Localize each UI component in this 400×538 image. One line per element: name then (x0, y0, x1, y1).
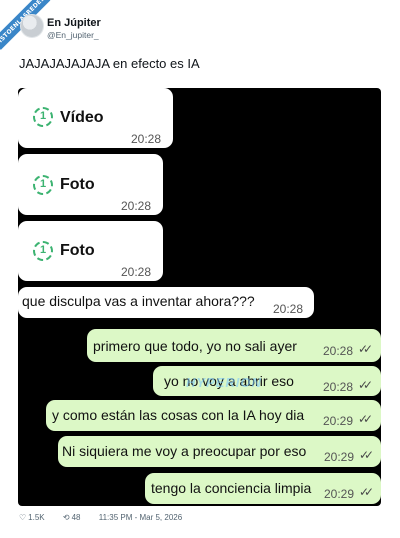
file-icon: 1 (33, 175, 53, 195)
tweet-text: JAJAJAJAJAJA en efecto es IA (19, 56, 200, 71)
double-check-icon: ✓✓ (358, 342, 373, 356)
message-time: 20:29 (324, 450, 355, 464)
tweet-footer: ♡ 1.5K ⟲ 48 11:35 PM - Mar 5, 2026 (19, 513, 190, 522)
outgoing-message-bubble[interactable]: primero que todo, yo no sali ayer 20:28 … (87, 329, 381, 362)
retweet-icon: ⟲ (62, 513, 70, 522)
tweet-header: VISTOENLASREDES.com En Júpiter @En_jupit… (0, 0, 400, 50)
file-label: Foto (60, 176, 95, 193)
incoming-message-bubble[interactable]: que disculpa vas a inventar ahora??? 20:… (18, 287, 314, 318)
message-time: 20:29 (323, 414, 354, 428)
message-time: 20:28 (121, 199, 152, 213)
outgoing-message-bubble[interactable]: Ni siquiera me voy a preocupar por eso 2… (58, 436, 381, 467)
message-text: Ni siquiera me voy a preocupar por eso (62, 443, 307, 459)
like-button[interactable]: ♡ 1.5K (19, 513, 55, 522)
author-name[interactable]: En Júpiter (47, 17, 101, 29)
author-handle[interactable]: @En_jupiter_ (47, 30, 99, 40)
chat-screenshot: 1 Vídeo 20:28 1 Foto 20:28 1 Foto 20:28 … (18, 88, 381, 506)
incoming-file-bubble[interactable]: 1 Foto 20:28 (18, 154, 163, 215)
retweet-button[interactable]: ⟲ 48 (63, 513, 91, 522)
message-time: 20:28 (131, 132, 162, 146)
heart-icon: ♡ (19, 513, 27, 522)
file-icon: 1 (33, 107, 53, 127)
message-time: 20:28 (121, 265, 152, 279)
message-time: 20:29 (324, 487, 355, 501)
avatar[interactable] (20, 14, 44, 38)
message-text: primero que todo, yo no sali ayer (93, 338, 297, 354)
like-count: 1.5K (28, 513, 45, 522)
message-text: y como están las cosas con la IA hoy dia (52, 407, 305, 423)
hyperion-watermark: HYPERION (186, 375, 262, 390)
tweet-timestamp[interactable]: 11:35 PM - Mar 5, 2026 (99, 513, 182, 522)
message-time: 20:28 (323, 344, 354, 358)
outgoing-message-bubble[interactable]: y como están las cosas con la IA hoy dia… (46, 400, 381, 431)
retweet-count: 48 (71, 513, 81, 522)
message-time: 20:28 (323, 380, 354, 394)
message-time: 20:28 (273, 302, 304, 316)
file-label: Vídeo (60, 109, 104, 126)
file-label: Foto (60, 242, 95, 259)
file-icon: 1 (33, 241, 53, 261)
message-text: que disculpa vas a inventar ahora??? (22, 293, 255, 309)
message-text: tengo la conciencia limpia (151, 480, 312, 496)
double-check-icon: ✓✓ (359, 448, 374, 462)
double-check-icon: ✓✓ (358, 378, 373, 392)
double-check-icon: ✓✓ (358, 412, 373, 426)
outgoing-message-bubble[interactable]: tengo la conciencia limpia 20:29 ✓✓ (145, 473, 381, 504)
incoming-file-bubble[interactable]: 1 Foto 20:28 (18, 221, 163, 281)
double-check-icon: ✓✓ (359, 485, 374, 499)
incoming-file-bubble[interactable]: 1 Vídeo 20:28 (18, 88, 173, 148)
